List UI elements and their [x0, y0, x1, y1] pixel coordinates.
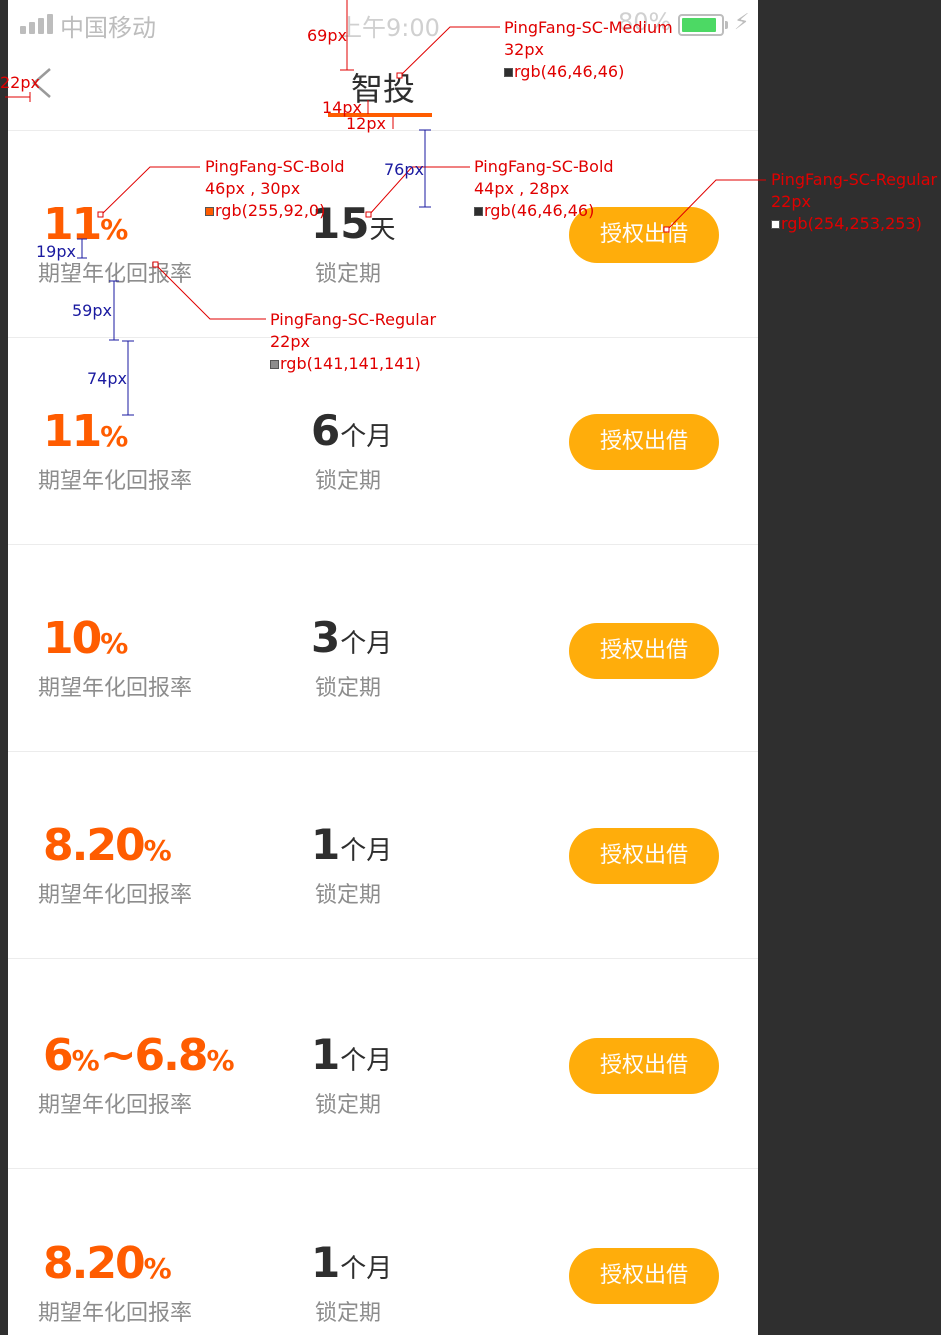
- term-label: 锁定期: [315, 469, 382, 494]
- rate-label: 期望年化回报率: [38, 469, 193, 494]
- product-row: 10% 期望年化回报率 3个月锁定期 授权出借: [8, 545, 758, 752]
- spec-label: 22px: [0, 73, 40, 92]
- battery-icon: [678, 14, 728, 36]
- rate-percent: %: [100, 213, 129, 246]
- term-unit: 个月: [340, 836, 393, 866]
- carrier-name: 中国移动: [60, 14, 156, 42]
- term-unit: 个月: [340, 422, 393, 452]
- term-value: 6个月: [311, 406, 392, 455]
- signal-icon: [20, 14, 53, 34]
- rate-label: 期望年化回报率: [38, 676, 193, 701]
- term-label: 锁定期: [315, 883, 382, 908]
- spec-term-font: PingFang-SC-Bold 44px , 28px rgb(46,46,4…: [474, 157, 614, 220]
- term-value: 1个月: [311, 1238, 392, 1287]
- term-unit: 个月: [340, 629, 393, 659]
- term-number: 1: [311, 1030, 341, 1079]
- rate-number: 8.20: [43, 820, 146, 871]
- term-unit: 个月: [340, 1046, 393, 1076]
- term-number: 1: [311, 820, 341, 869]
- rate-value: 8.20%: [43, 1238, 172, 1289]
- spec-rate-font: PingFang-SC-Bold 46px , 30px rgb(255,92,…: [205, 157, 345, 220]
- authorize-lend-button[interactable]: 授权出借: [569, 828, 719, 884]
- rate-percent: %: [100, 420, 129, 453]
- phone-screen: 中国移动 上午9:00 80% ⚡ 智投 11% 期望年化回报率 15天 锁定期 授权出…: [0, 0, 758, 1335]
- status-time: 上午9:00: [338, 14, 440, 42]
- rate-label: 期望年化回报率: [38, 1093, 193, 1118]
- rate-number: 10: [43, 613, 102, 664]
- charging-icon: ⚡: [734, 10, 750, 35]
- rate-value: 8.20%: [43, 820, 172, 871]
- rate-number: 8.20: [43, 1238, 146, 1289]
- term-unit: 天: [369, 215, 396, 245]
- rate-percent: %: [143, 1252, 172, 1285]
- spec-label: 74px: [87, 369, 127, 388]
- rate-value: 6%~6.8%: [43, 1030, 235, 1081]
- rate-label: 期望年化回报率: [38, 883, 193, 908]
- product-row: 6%~6.8% 期望年化回报率 1个月锁定期 授权出借: [8, 962, 758, 1169]
- term-number: 3: [311, 613, 341, 662]
- spec-label: 12px: [346, 114, 386, 133]
- spec-label: 76px: [384, 160, 424, 179]
- spec-label: 59px: [72, 301, 112, 320]
- authorize-lend-button[interactable]: 授权出借: [569, 1038, 719, 1094]
- spec-label: 69px: [307, 26, 347, 45]
- term-value: 1个月: [311, 820, 392, 869]
- spec-label: 19px: [36, 242, 76, 261]
- term-unit: 个月: [340, 1254, 393, 1284]
- rate-label: 期望年化回报率: [38, 1301, 193, 1326]
- term-label: 锁定期: [315, 262, 382, 287]
- term-value: 1个月: [311, 1030, 392, 1079]
- term-number: 1: [311, 1238, 341, 1287]
- product-row: 11% 期望年化回报率 15天 锁定期 授权出借: [8, 131, 758, 338]
- spec-button-font: PingFang-SC-Regular 22px rgb(254,253,253…: [771, 170, 938, 233]
- rate-number: ~6.8: [99, 1030, 209, 1081]
- term-label: 锁定期: [315, 1301, 382, 1326]
- term-number: 6: [311, 406, 341, 455]
- term-label: 锁定期: [315, 1093, 382, 1118]
- rate-percent: %: [71, 1044, 100, 1077]
- rate-value: 11%: [43, 406, 128, 457]
- spec-title-font: PingFang-SC-Medium 32px rgb(46,46,46): [504, 18, 673, 81]
- product-row: 8.20% 期望年化回报率 1个月锁定期 授权出借: [8, 752, 758, 959]
- authorize-lend-button[interactable]: 授权出借: [569, 414, 719, 470]
- rate-percent: %: [206, 1044, 235, 1077]
- rate-number: 11: [43, 406, 102, 457]
- rate-number: 6: [43, 1030, 74, 1081]
- rate-percent: %: [143, 834, 172, 867]
- term-value: 3个月: [311, 613, 392, 662]
- authorize-lend-button[interactable]: 授权出借: [569, 1248, 719, 1304]
- rate-value: 10%: [43, 613, 128, 664]
- rate-percent: %: [100, 627, 129, 660]
- spec-label-font: PingFang-SC-Regular 22px rgb(141,141,141…: [270, 310, 437, 373]
- product-row: 8.20% 期望年化回报率 1个月锁定期 授权出借: [8, 1170, 758, 1335]
- authorize-lend-button[interactable]: 授权出借: [569, 623, 719, 679]
- term-label: 锁定期: [315, 676, 382, 701]
